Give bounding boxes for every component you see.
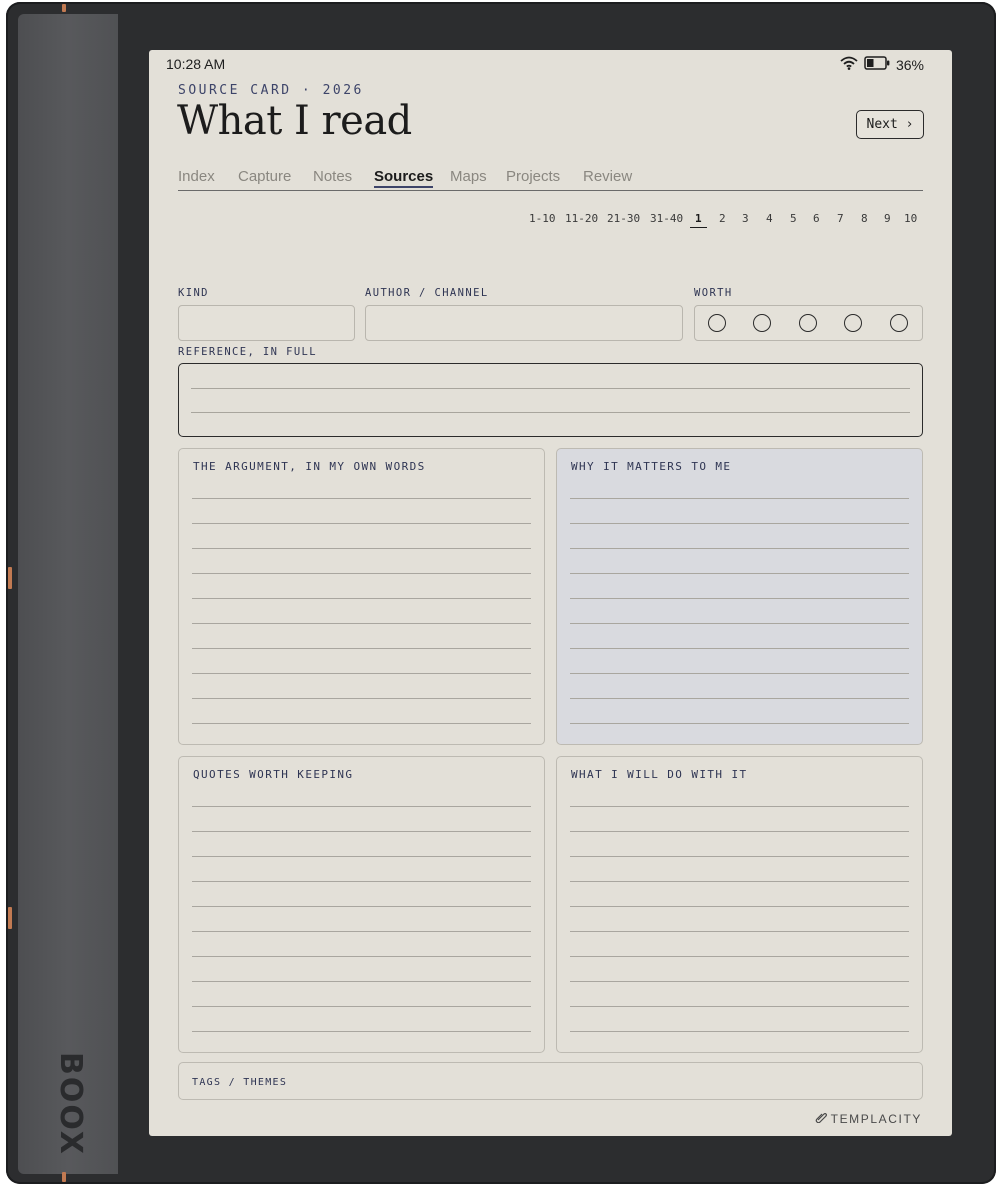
tab-capture[interactable]: Capture	[238, 168, 291, 185]
author-label: AUTHOR / CHANNEL	[365, 287, 489, 299]
page-link[interactable]: 10	[904, 212, 917, 225]
tab-notes[interactable]: Notes	[313, 168, 352, 185]
kind-field[interactable]	[178, 305, 355, 341]
device-spine	[18, 14, 118, 1174]
tab-sources[interactable]: Sources	[374, 168, 434, 188]
page-range-link[interactable]: 21-30	[607, 212, 640, 225]
tags-field[interactable]: TAGS / THEMES	[178, 1062, 923, 1100]
author-field[interactable]	[365, 305, 683, 341]
battery-icon	[864, 56, 890, 73]
worth-label: WORTH	[694, 287, 733, 299]
why-label: WHY IT MATTERS TO ME	[571, 460, 732, 473]
clock: 10:28 AM	[166, 56, 226, 72]
worth-circle-1[interactable]	[708, 314, 726, 332]
templacity-wordmark: TEMPLACITY	[830, 1111, 922, 1126]
tab-review[interactable]: Review	[583, 168, 632, 185]
page-range-link[interactable]: 11-20	[565, 212, 598, 225]
why-it-matters-panel[interactable]: WHY IT MATTERS TO ME	[556, 448, 923, 745]
page-link[interactable]: 5	[790, 212, 797, 225]
eink-screen: 10:28 AM 36% SOURCE CARD · 2026 What I r…	[149, 50, 952, 1136]
action-label: WHAT I WILL DO WITH IT	[571, 768, 748, 781]
page-link[interactable]: 8	[861, 212, 868, 225]
reference-label: REFERENCE, IN FULL	[178, 346, 317, 358]
page-kicker: SOURCE CARD · 2026	[178, 83, 364, 98]
tab-projects[interactable]: Projects	[506, 168, 560, 185]
argument-panel[interactable]: THE ARGUMENT, IN MY OWN WORDS	[178, 448, 545, 745]
paperclip-icon	[815, 1111, 827, 1126]
pagination: 1-10 11-20 21-30 31-40 1 2 3 4 5 6 7 8 9…	[149, 212, 952, 228]
device-brand-logo: BOOX	[53, 1052, 88, 1156]
copper-accent	[8, 567, 12, 589]
tags-label: TAGS / THEMES	[192, 1077, 288, 1088]
quotes-panel[interactable]: QUOTES WORTH KEEPING	[178, 756, 545, 1053]
page-title: What I read	[177, 98, 412, 144]
worth-circle-4[interactable]	[844, 314, 862, 332]
copper-accent	[8, 907, 12, 929]
templacity-logo: TEMPLACITY	[815, 1111, 922, 1126]
copper-accent	[62, 1172, 66, 1182]
status-bar: 10:28 AM 36%	[165, 56, 924, 76]
reference-field[interactable]	[178, 363, 923, 437]
worth-circle-2[interactable]	[753, 314, 771, 332]
tab-bar: Index Capture Notes Sources Maps Project…	[178, 168, 923, 191]
page-link[interactable]: 3	[742, 212, 749, 225]
worth-circle-5[interactable]	[890, 314, 908, 332]
copper-accent	[62, 4, 66, 12]
page-link[interactable]: 4	[766, 212, 773, 225]
quotes-label: QUOTES WORTH KEEPING	[193, 768, 354, 781]
kind-label: KIND	[178, 287, 209, 299]
worth-rating	[694, 305, 923, 341]
action-panel[interactable]: WHAT I WILL DO WITH IT	[556, 756, 923, 1053]
tab-index[interactable]: Index	[178, 168, 215, 185]
tab-maps[interactable]: Maps	[450, 168, 487, 185]
argument-label: THE ARGUMENT, IN MY OWN WORDS	[193, 460, 426, 473]
page-link[interactable]: 9	[884, 212, 891, 225]
page-link[interactable]: 7	[837, 212, 844, 225]
page-range-link[interactable]: 31-40	[650, 212, 683, 225]
page-link-current[interactable]: 1	[690, 212, 707, 228]
ereader-device: BOOX 10:28 AM 36% SOURCE CARD · 2026 Wha…	[6, 2, 996, 1184]
page-link[interactable]: 2	[719, 212, 726, 225]
worth-circle-3[interactable]	[799, 314, 817, 332]
page-range-link[interactable]: 1-10	[529, 212, 556, 225]
battery-percent: 36%	[895, 56, 924, 73]
next-button[interactable]: Next ›	[856, 110, 924, 139]
wifi-icon	[840, 56, 858, 73]
page-link[interactable]: 6	[813, 212, 820, 225]
